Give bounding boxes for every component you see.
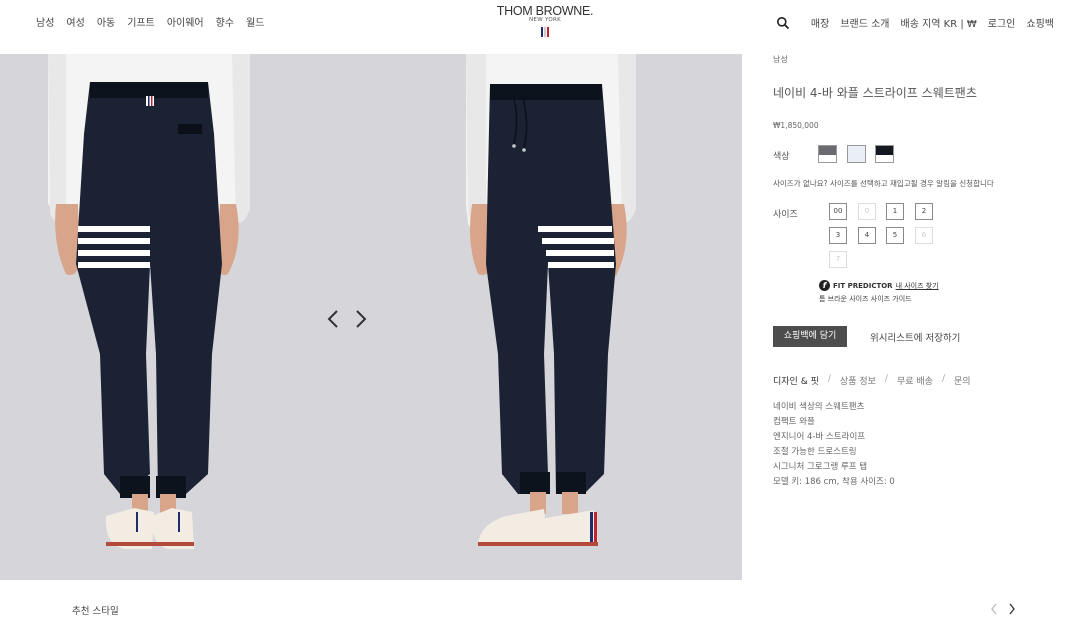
color-swatch-light[interactable] bbox=[847, 145, 866, 163]
size-option-5[interactable]: 5 bbox=[886, 227, 904, 244]
recommended-carousel-controls bbox=[990, 603, 1016, 615]
tab-separator: / bbox=[884, 374, 888, 384]
description-line: 모델 키: 186 cm, 착용 사이즈: 0 bbox=[773, 477, 895, 487]
main-nav: 남성 여성 아동 기프트 아이웨어 향수 월드 bbox=[36, 14, 264, 29]
nav-women[interactable]: 여성 bbox=[66, 14, 84, 29]
breadcrumb[interactable]: 남성 bbox=[773, 54, 788, 65]
description-line: 네이비 색상의 스웨트팬츠 bbox=[773, 402, 865, 412]
login-link[interactable]: 로그인 bbox=[988, 15, 1016, 30]
site-header: 남성 여성 아동 기프트 아이웨어 향수 월드 THOM BROWNE. NEW… bbox=[0, 0, 1080, 54]
tab-design-fit[interactable]: 디자인 & 핏 bbox=[773, 374, 819, 387]
product-gallery bbox=[0, 54, 742, 580]
product-title: 네이비 4-바 와플 스트라이프 스웨트팬츠 bbox=[773, 86, 977, 100]
product-description: 네이비 색상의 스웨트팬츠 컴팩트 와플 엔지니어 4-바 스트라이프 조절 가… bbox=[773, 400, 895, 490]
tab-inquiry[interactable]: 문의 bbox=[954, 374, 971, 387]
product-price: ₩1,850,000 bbox=[773, 121, 819, 130]
add-to-bag-button[interactable]: 쇼핑백에 담기 bbox=[773, 326, 847, 347]
size-option-0[interactable]: 0 bbox=[858, 203, 876, 220]
fit-predictor-label: FIT PREDICTOR bbox=[833, 281, 893, 290]
size-label: 사이즈 bbox=[773, 210, 798, 220]
nav-eyewear[interactable]: 아이웨어 bbox=[167, 14, 204, 29]
size-guide-link[interactable]: 톰 브라운 사이즈 사이즈 가이드 bbox=[819, 294, 912, 304]
size-option-2[interactable]: 2 bbox=[915, 203, 933, 220]
about-brand-link[interactable]: 브랜드 소개 bbox=[840, 15, 889, 30]
logo-wordmark: THOM BROWNE. bbox=[496, 4, 594, 18]
size-option-7[interactable]: 7 bbox=[829, 251, 847, 268]
shipping-region-selector[interactable]: 배송 지역 KR | ₩ bbox=[901, 15, 977, 30]
size-notify-note: 사이즈가 없나요? 사이즈를 선택하고 재입고될 경우 알림을 신청합니다 bbox=[773, 179, 994, 188]
stores-link[interactable]: 매장 bbox=[811, 15, 829, 30]
color-swatch-navy[interactable] bbox=[875, 145, 894, 163]
fit-predictor: f FIT PREDICTOR 내 사이즈 찾기 bbox=[819, 280, 939, 291]
save-to-wishlist-button[interactable]: 위시리스트에 저장하기 bbox=[870, 330, 960, 344]
size-option-6[interactable]: 6 bbox=[915, 227, 933, 244]
utility-nav: 매장 브랜드 소개 배송 지역 KR | ₩ 로그인 쇼핑백 bbox=[776, 14, 1054, 30]
search-icon[interactable] bbox=[776, 16, 790, 30]
product-image bbox=[48, 54, 636, 549]
model-front-view bbox=[466, 54, 636, 546]
size-option-3[interactable]: 3 bbox=[829, 227, 847, 244]
chevron-left-icon[interactable] bbox=[326, 309, 342, 329]
nav-fragrance[interactable]: 향수 bbox=[216, 14, 234, 29]
size-option-00[interactable]: 00 bbox=[829, 203, 847, 220]
color-swatch-grey[interactable] bbox=[818, 145, 837, 163]
tricolor-flag-icon bbox=[490, 27, 600, 37]
description-line: 컴팩트 와플 bbox=[773, 417, 815, 427]
description-line: 시그니처 그로그랭 루프 탭 bbox=[773, 462, 868, 472]
tab-separator: / bbox=[827, 374, 831, 384]
model-back-view bbox=[48, 54, 250, 549]
tab-separator: / bbox=[941, 374, 945, 384]
description-line: 엔지니어 4-바 스트라이프 bbox=[773, 432, 866, 442]
color-label: 색상 bbox=[773, 152, 790, 162]
brand-logo[interactable]: THOM BROWNE. NEW YORK bbox=[490, 4, 600, 37]
nav-kids[interactable]: 아동 bbox=[97, 14, 115, 29]
nav-world[interactable]: 월드 bbox=[246, 14, 264, 29]
size-option-4[interactable]: 4 bbox=[858, 227, 876, 244]
shopping-bag-link[interactable]: 쇼핑백 bbox=[1026, 15, 1054, 30]
chevron-right-icon[interactable] bbox=[1008, 603, 1016, 615]
chevron-left-icon[interactable] bbox=[990, 603, 998, 615]
recommended-styles-title: 추천 스타일 bbox=[72, 606, 119, 617]
find-my-size-link[interactable]: 내 사이즈 찾기 bbox=[896, 281, 939, 291]
nav-men[interactable]: 남성 bbox=[36, 14, 54, 29]
tab-product-info[interactable]: 상품 정보 bbox=[840, 374, 876, 387]
detail-tabs: 디자인 & 핏 / 상품 정보 / 무료 배송 / 문의 bbox=[773, 374, 971, 387]
description-line: 조절 가능한 드로스트링 bbox=[773, 447, 857, 457]
chevron-right-icon[interactable] bbox=[352, 309, 368, 329]
tab-free-shipping[interactable]: 무료 배송 bbox=[897, 374, 933, 387]
nav-gifts[interactable]: 기프트 bbox=[127, 14, 155, 29]
fit-predictor-icon: f bbox=[819, 280, 830, 291]
size-option-1[interactable]: 1 bbox=[886, 203, 904, 220]
